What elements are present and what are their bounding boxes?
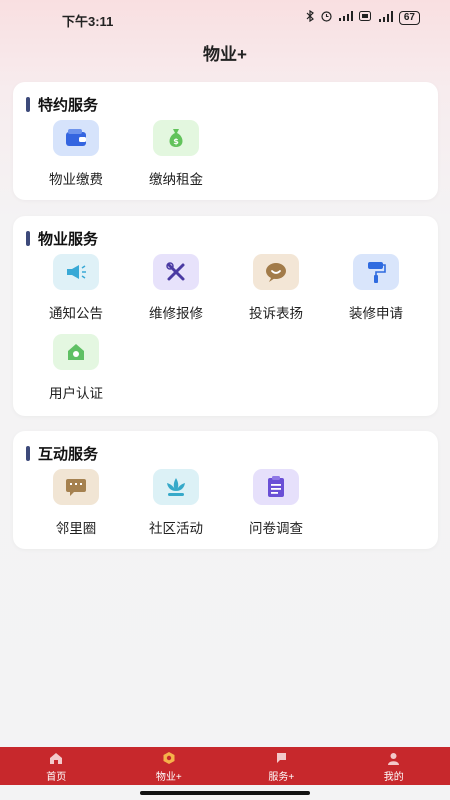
survey-button[interactable]: 问卷调查 bbox=[226, 469, 326, 549]
nav-service-plus[interactable]: 服务+ bbox=[225, 747, 338, 785]
special-services-card: 特约服务 物业缴费 $ 缴纳租金 bbox=[13, 82, 438, 200]
nav-label: 物业+ bbox=[155, 772, 182, 783]
section-title: 互动服务 bbox=[38, 446, 99, 463]
megaphone-icon bbox=[53, 254, 99, 290]
nav-label: 服务+ bbox=[268, 772, 295, 783]
item-label: 投诉表扬 bbox=[249, 306, 303, 321]
section-title: 特约服务 bbox=[38, 97, 99, 114]
battery-indicator: 67 bbox=[398, 10, 420, 25]
renovation-apply-button[interactable]: 装修申请 bbox=[326, 254, 426, 334]
bottom-nav: 首页 物业+ 服务+ 我的 bbox=[0, 747, 450, 785]
clipboard-icon bbox=[253, 469, 299, 505]
lotus-icon bbox=[153, 469, 199, 505]
property-fee-button[interactable]: 物业缴费 bbox=[26, 120, 126, 200]
bluetooth-icon bbox=[306, 9, 314, 25]
nav-label: 首页 bbox=[46, 772, 67, 783]
repair-button[interactable]: 维修报修 bbox=[126, 254, 226, 334]
status-icons: 67 bbox=[306, 9, 420, 25]
tools-icon bbox=[153, 254, 199, 290]
interactive-services-card: 互动服务 邻里圈 社区活动 问卷调查 bbox=[13, 431, 438, 549]
flag-icon bbox=[225, 751, 338, 765]
item-label: 通知公告 bbox=[49, 306, 103, 321]
chat-smile-icon bbox=[253, 254, 299, 290]
complaint-praise-button[interactable]: 投诉表扬 bbox=[226, 254, 326, 334]
item-label: 缴纳租金 bbox=[149, 172, 203, 187]
section-header: 互动服务 bbox=[26, 443, 98, 464]
property-services-card: 物业服务 通知公告 维修报修 投诉表扬 装修申请 用户认证 bbox=[13, 216, 438, 416]
pay-rent-button[interactable]: $ 缴纳租金 bbox=[126, 120, 226, 200]
nav-home[interactable]: 首页 bbox=[0, 747, 113, 785]
paint-roller-icon bbox=[353, 254, 399, 290]
hexagon-icon bbox=[113, 751, 226, 765]
wallet-icon bbox=[53, 120, 99, 156]
nav-mine[interactable]: 我的 bbox=[338, 747, 450, 785]
section-header: 物业服务 bbox=[26, 228, 98, 249]
user-verify-button[interactable]: 用户认证 bbox=[26, 334, 126, 414]
status-bar: 下午3:11 67 bbox=[0, 0, 450, 36]
item-label: 社区活动 bbox=[149, 521, 203, 536]
person-icon bbox=[338, 751, 450, 765]
community-activity-button[interactable]: 社区活动 bbox=[126, 469, 226, 549]
alarm-icon bbox=[320, 10, 333, 25]
section-marker bbox=[26, 446, 30, 461]
signal-4g-icon bbox=[377, 10, 393, 25]
item-label: 物业缴费 bbox=[49, 172, 103, 187]
section-title: 物业服务 bbox=[38, 231, 99, 248]
home-indicator[interactable] bbox=[140, 791, 310, 795]
money-bag-icon: $ bbox=[153, 120, 199, 156]
item-label: 用户认证 bbox=[49, 386, 103, 401]
status-time: 下午3:11 bbox=[62, 14, 114, 29]
hd-icon bbox=[358, 11, 371, 24]
signal-icon bbox=[338, 11, 353, 24]
page-title: 物业+ bbox=[203, 45, 247, 64]
neighborhood-circle-button[interactable]: 邻里圈 bbox=[26, 469, 126, 549]
message-card-icon bbox=[53, 469, 99, 505]
section-marker bbox=[26, 231, 30, 246]
nav-property-plus[interactable]: 物业+ bbox=[113, 747, 226, 785]
item-label: 维修报修 bbox=[149, 306, 203, 321]
home-icon bbox=[0, 751, 113, 765]
nav-label: 我的 bbox=[383, 772, 404, 783]
section-header: 特约服务 bbox=[26, 94, 98, 115]
svg-text:$: $ bbox=[173, 137, 179, 146]
notice-button[interactable]: 通知公告 bbox=[26, 254, 126, 334]
home-verify-icon bbox=[53, 334, 99, 370]
item-label: 装修申请 bbox=[349, 306, 403, 321]
section-marker bbox=[26, 97, 30, 112]
item-label: 问卷调查 bbox=[249, 521, 303, 536]
item-label: 邻里圈 bbox=[55, 521, 97, 536]
